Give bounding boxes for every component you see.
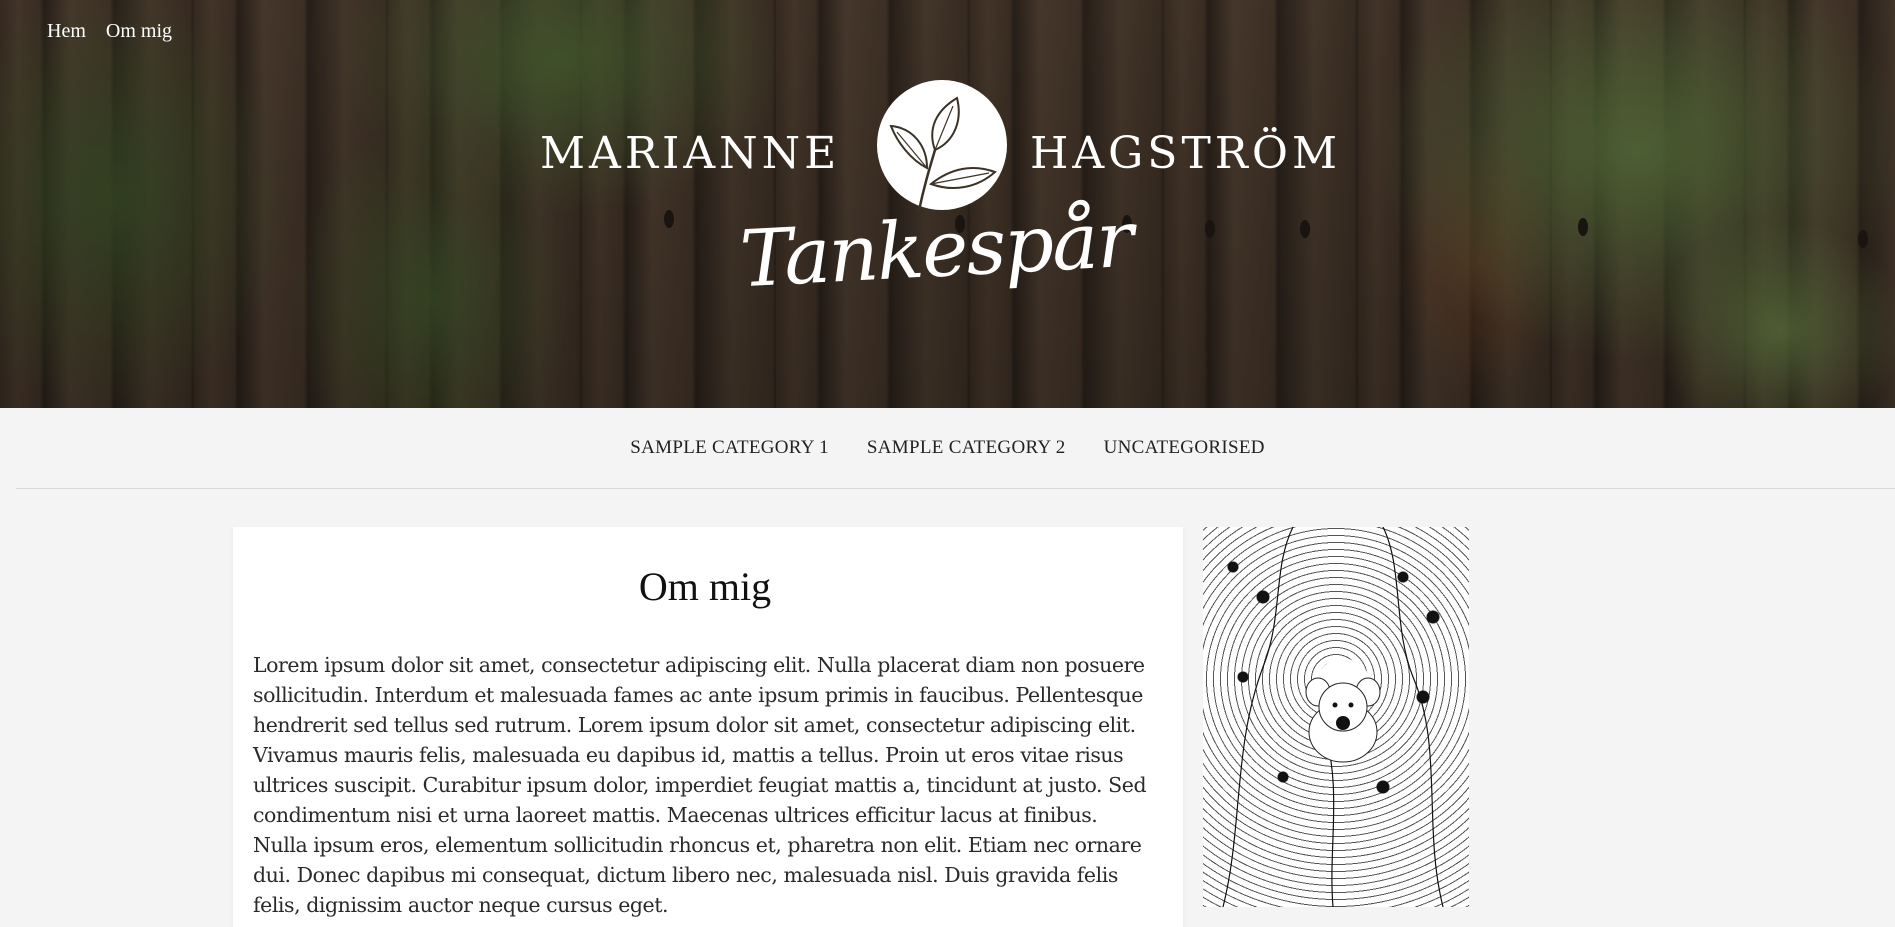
page-title: Om mig: [638, 564, 772, 609]
article-body: Lorem ipsum dolor sit amet, consectetur …: [253, 653, 1147, 917]
top-nav-item-hem[interactable]: Hem: [47, 20, 86, 43]
category-item-uncategorised[interactable]: UNCATEGORISED: [1104, 437, 1265, 459]
top-nav: Hem Om mig: [47, 20, 172, 43]
leaf-logo-icon: [877, 80, 1007, 210]
sidebar-illustration: [1203, 527, 1469, 907]
category-nav: SAMPLE CATEGORY 1 SAMPLE CATEGORY 2 UNCA…: [0, 408, 1895, 488]
nav-divider: [16, 488, 1895, 489]
category-item-sample-2[interactable]: SAMPLE CATEGORY 2: [867, 437, 1066, 459]
article-card: Om mig Lorem ipsum dolor sit amet, conse…: [233, 527, 1183, 927]
blog-script-title: Tankespår: [737, 194, 1134, 306]
top-nav-item-om-mig[interactable]: Om mig: [106, 20, 172, 43]
category-item-sample-1[interactable]: SAMPLE CATEGORY 1: [630, 437, 829, 459]
brand-first-name: MARIANNE: [540, 128, 841, 179]
site-brand-link[interactable]: MARIANNE HAGSTRÖM Tankespår: [0, 0, 1895, 408]
hero-header: Hem Om mig MARIANNE HAGSTRÖM Tankespår: [0, 0, 1895, 408]
brand-last-name: HAGSTRÖM: [1030, 128, 1342, 179]
